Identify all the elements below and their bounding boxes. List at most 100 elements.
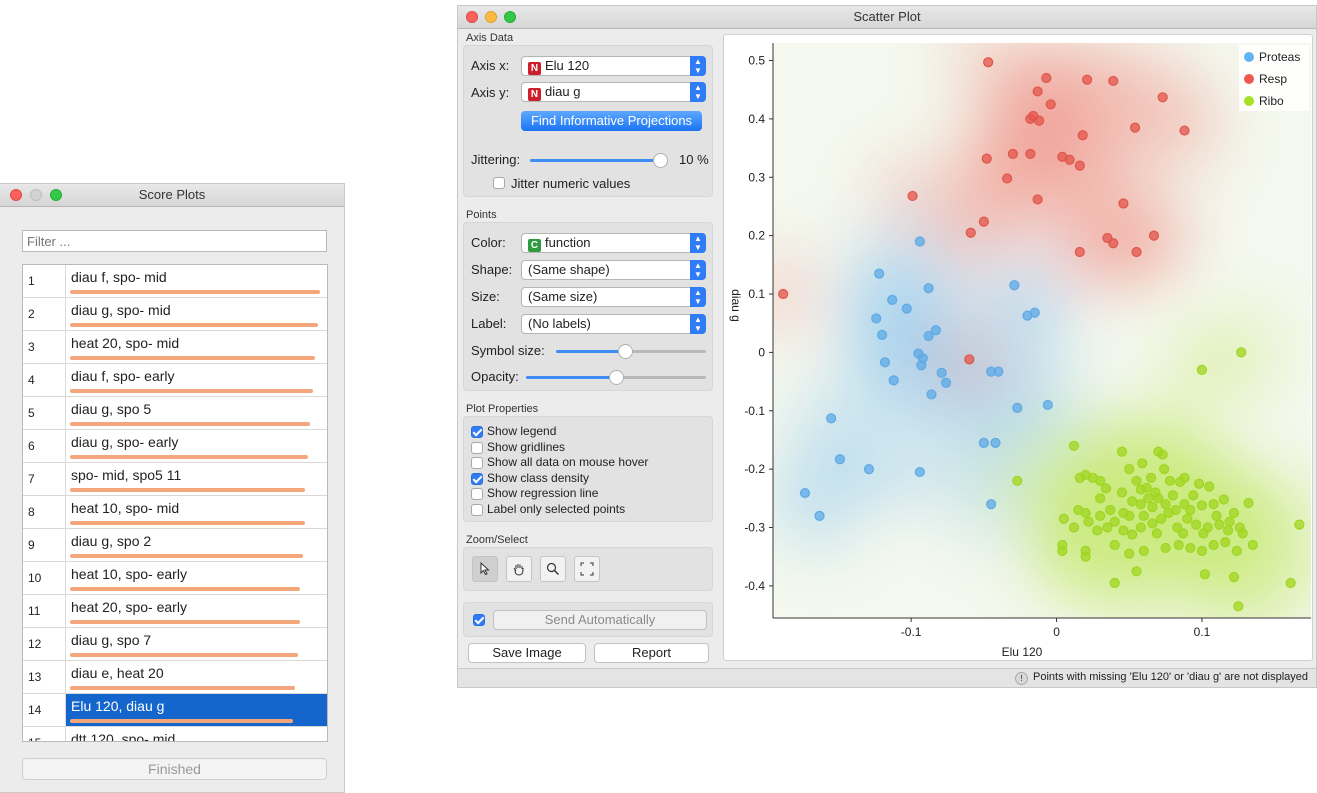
data-point xyxy=(1185,542,1196,554)
data-point xyxy=(978,216,989,227)
finished-button[interactable]: Finished xyxy=(22,758,327,780)
score-list[interactable]: 1 diau f, spo- mid 2 diau g, spo- mid 3 heat … xyxy=(22,264,328,742)
list-item[interactable]: 11 heat 20, spo- early xyxy=(23,595,327,628)
row-number: 14 xyxy=(23,694,66,726)
data-point xyxy=(1073,504,1084,516)
data-point xyxy=(1074,246,1085,258)
data-point xyxy=(1025,113,1036,124)
jittering-slider-handle[interactable] xyxy=(653,153,668,168)
size-combo[interactable]: (Same size) ▲ ▼ xyxy=(521,287,706,307)
minimize-window-button[interactable] xyxy=(485,11,497,23)
data-point xyxy=(1131,566,1142,577)
symbol-size-slider[interactable] xyxy=(556,344,706,359)
plot-option-checkbox[interactable] xyxy=(471,426,483,438)
axis-y-combo[interactable]: Ndiau g ▲ ▼ xyxy=(521,82,706,102)
data-point xyxy=(1109,577,1120,589)
shape-combo[interactable]: (Same shape) ▲ ▼ xyxy=(521,260,706,280)
list-item[interactable]: 13 diau e, heat 20 xyxy=(23,661,327,694)
plot-option-checkbox[interactable] xyxy=(471,457,483,469)
data-point xyxy=(1167,490,1178,501)
data-point xyxy=(1196,500,1208,511)
pan-hand-icon[interactable] xyxy=(506,556,532,582)
save-image-button[interactable]: Save Image xyxy=(468,643,586,663)
zoom-window-button[interactable] xyxy=(50,189,62,201)
axis-data-box: Axis x: N Elu 120 ▲ ▼ Axis y: Ndiau g ▲ ▼ F… xyxy=(463,45,713,197)
jittering-label: Jittering: xyxy=(471,152,521,167)
filter-input[interactable]: Filter ... xyxy=(22,230,327,252)
send-automatically-button[interactable]: Send Automatically xyxy=(493,610,707,630)
scatter-plot-titlebar[interactable]: Scatter Plot xyxy=(458,6,1316,29)
symbol-size-slider-handle[interactable] xyxy=(618,344,633,359)
y-tick-label: 0 xyxy=(758,345,765,359)
axis-x-combo[interactable]: N Elu 120 ▲ ▼ xyxy=(521,56,706,76)
list-item[interactable]: 2 diau g, spo- mid xyxy=(23,298,327,331)
data-point xyxy=(1118,198,1129,209)
y-tick-label: -0.3 xyxy=(744,521,765,535)
data-point xyxy=(1116,446,1128,457)
list-item[interactable]: 10 heat 10, spo- early xyxy=(23,562,327,595)
data-point xyxy=(1007,148,1019,160)
opacity-slider-handle[interactable] xyxy=(609,370,624,385)
color-combo[interactable]: Cfunction ▲ ▼ xyxy=(521,233,706,253)
data-point xyxy=(1228,507,1240,519)
zoom-magnifier-icon[interactable] xyxy=(540,556,566,582)
data-point xyxy=(1068,522,1080,533)
score-bar xyxy=(70,323,318,327)
list-item[interactable]: 4 diau f, spo- early xyxy=(23,364,327,397)
data-point xyxy=(1208,499,1219,510)
score-bar xyxy=(70,620,300,624)
data-point xyxy=(1160,542,1171,554)
score-bar xyxy=(70,488,305,492)
legend-marker xyxy=(1244,96,1254,106)
list-item[interactable]: 5 diau g, spo 5 xyxy=(23,397,327,430)
status-text: Points with missing 'Elu 120' or 'diau g… xyxy=(1033,671,1308,683)
plot-option-checkbox[interactable] xyxy=(471,503,483,516)
legend-marker xyxy=(1244,52,1254,62)
data-point xyxy=(1157,449,1168,460)
find-informative-projections-button[interactable]: Find Informative Projections xyxy=(521,111,702,131)
list-item[interactable]: 6 diau g, spo- early xyxy=(23,430,327,463)
list-item[interactable]: 9 diau g, spo 2 xyxy=(23,529,327,562)
report-button[interactable]: Report xyxy=(594,643,709,663)
pointer-select-icon[interactable] xyxy=(472,556,498,582)
data-point xyxy=(1157,92,1168,103)
list-item[interactable]: 1 diau f, spo- mid xyxy=(23,265,327,298)
data-point xyxy=(1159,464,1170,475)
list-item[interactable]: 14 Elu 120, diau g xyxy=(23,694,327,727)
opacity-slider[interactable] xyxy=(526,370,706,385)
plot-area[interactable]: -0.4 -0.3 -0.2 -0.1 0 0.1 0.2 0.3 0.4 0.5 -0.1 0 0.1… xyxy=(723,34,1313,661)
data-point xyxy=(1151,528,1162,539)
row-number: 10 xyxy=(23,562,66,594)
list-item[interactable]: 7 spo- mid, spo5 11 xyxy=(23,463,327,496)
plot-option-checkbox[interactable] xyxy=(471,441,483,454)
data-point xyxy=(1208,539,1219,551)
data-point xyxy=(1077,130,1088,141)
class-density xyxy=(773,43,1311,618)
plot-option-checkbox[interactable] xyxy=(471,472,483,485)
plot-option-checkbox[interactable] xyxy=(471,488,483,500)
list-item[interactable]: 15 dtt 120, spo- mid xyxy=(23,727,327,741)
data-point xyxy=(1177,528,1189,539)
jittering-slider[interactable] xyxy=(530,153,668,168)
close-window-button[interactable] xyxy=(10,189,22,201)
jitter-numeric-checkbox[interactable] xyxy=(493,177,505,189)
list-item[interactable]: 3 heat 20, spo- mid xyxy=(23,331,327,364)
scatter-plot-window: Scatter Plot Axis Data Axis x: N Elu 120 … xyxy=(457,5,1317,688)
row-number: 5 xyxy=(23,397,66,429)
zoom-reset-icon[interactable] xyxy=(574,556,600,582)
send-automatically-checkbox[interactable] xyxy=(473,614,485,626)
list-item[interactable]: 8 heat 10, spo- mid xyxy=(23,496,327,529)
data-point xyxy=(1083,516,1094,527)
attribute-pair-label: diau g, spo- mid xyxy=(71,302,171,318)
score-bar xyxy=(70,587,300,591)
label-combo[interactable]: (No labels) ▲ ▼ xyxy=(521,314,706,334)
list-item[interactable]: 12 diau g, spo 7 xyxy=(23,628,327,661)
minimize-window-button[interactable] xyxy=(30,189,42,201)
scatter-plot[interactable]: -0.4 -0.3 -0.2 -0.1 0 0.1 0.2 0.3 0.4 0.5 -0.1 0 0.1… xyxy=(724,35,1312,660)
zoom-window-button[interactable] xyxy=(504,11,516,23)
y-tick-label: -0.4 xyxy=(744,579,765,593)
close-window-button[interactable] xyxy=(466,11,478,23)
row-number: 13 xyxy=(23,661,66,693)
score-plots-titlebar[interactable]: Score Plots xyxy=(0,184,344,207)
score-bar xyxy=(70,719,293,723)
